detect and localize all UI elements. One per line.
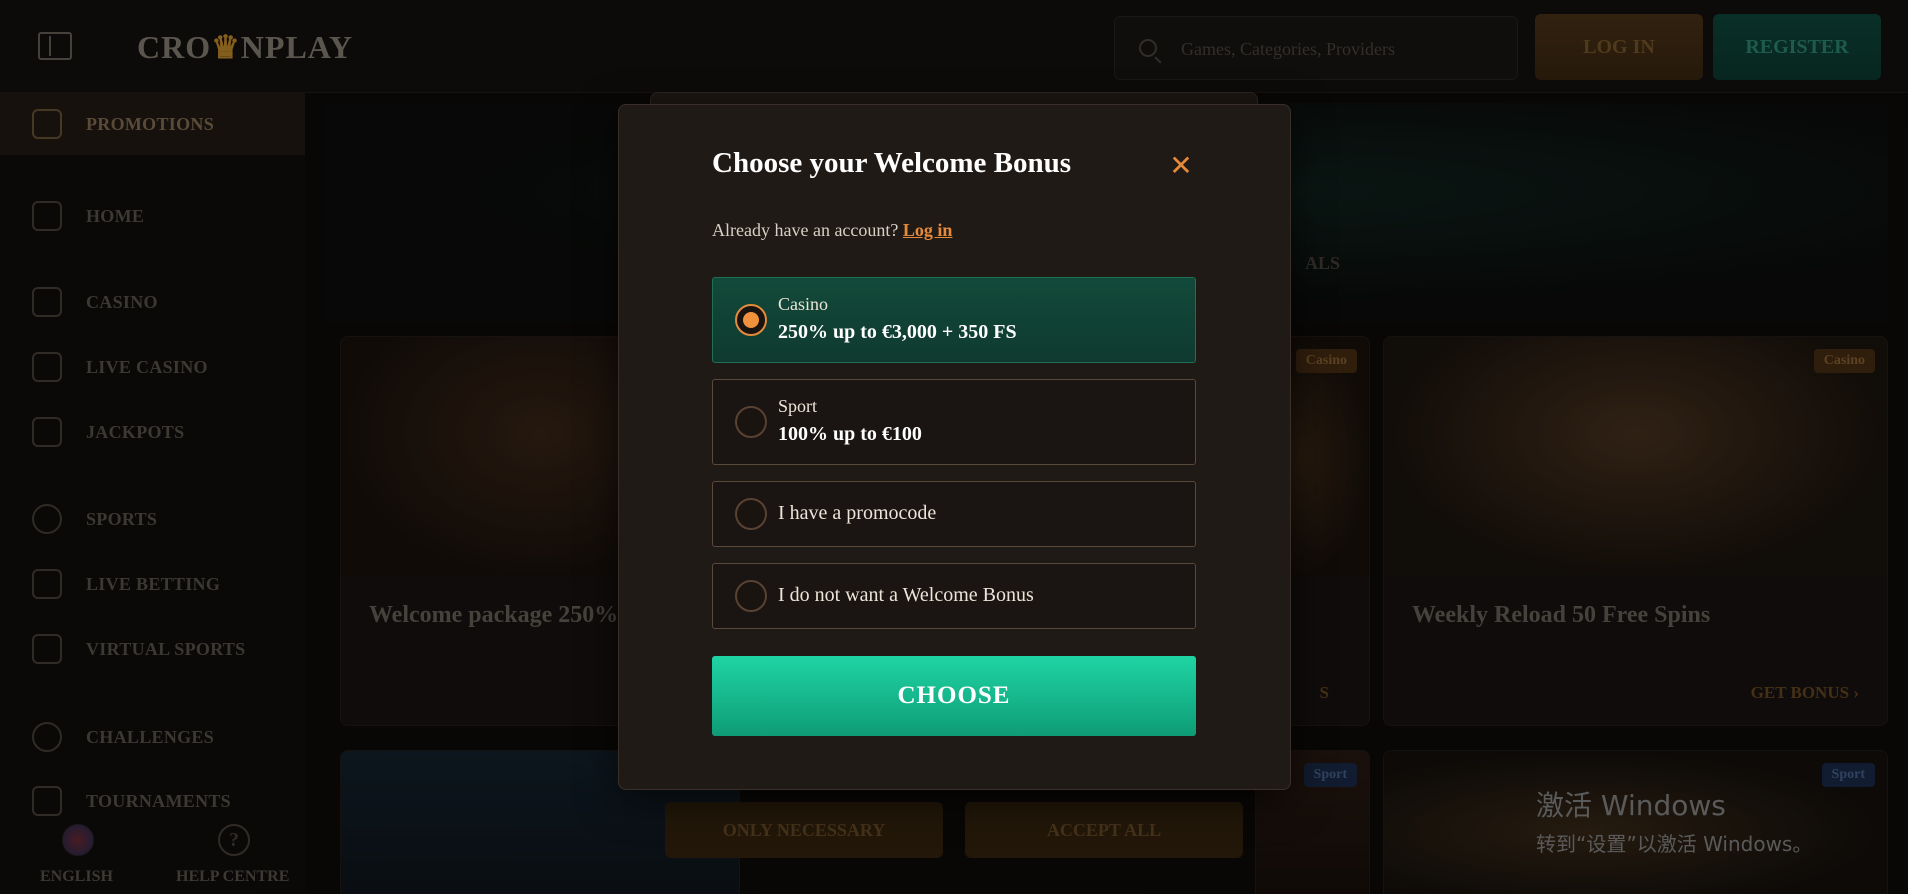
radio-icon[interactable] bbox=[735, 580, 767, 612]
login-link[interactable]: Log in bbox=[903, 220, 953, 240]
app-root: CRO♛NPLAY LOG IN REGISTER PROMOTIONS HOM… bbox=[0, 0, 1908, 894]
bonus-option-offer: 100% up to €100 bbox=[778, 423, 922, 445]
choose-button[interactable]: CHOOSE bbox=[712, 656, 1196, 736]
bonus-option-label: I have a promocode bbox=[778, 502, 937, 524]
welcome-bonus-modal: Choose your Welcome Bonus ✕ Already have… bbox=[618, 104, 1291, 790]
modal-title: Choose your Welcome Bonus bbox=[712, 147, 1072, 179]
bonus-option-none[interactable]: I do not want a Welcome Bonus bbox=[712, 563, 1196, 629]
bonus-option-type: Sport bbox=[778, 396, 818, 416]
radio-selected-icon[interactable] bbox=[735, 304, 767, 336]
close-icon[interactable]: ✕ bbox=[1166, 151, 1196, 181]
account-prompt-text: Already have an account? bbox=[712, 220, 899, 240]
bonus-option-offer: 250% up to €3,000 + 350 FS bbox=[778, 321, 1017, 343]
bonus-option-sport[interactable]: Sport 100% up to €100 bbox=[712, 379, 1196, 465]
bonus-option-label: I do not want a Welcome Bonus bbox=[778, 584, 1034, 606]
bonus-option-casino[interactable]: Casino 250% up to €3,000 + 350 FS bbox=[712, 277, 1196, 363]
radio-icon[interactable] bbox=[735, 406, 767, 438]
bonus-option-promocode[interactable]: I have a promocode bbox=[712, 481, 1196, 547]
bonus-option-type: Casino bbox=[778, 294, 829, 314]
radio-icon[interactable] bbox=[735, 498, 767, 530]
account-prompt: Already have an account? Log in bbox=[712, 220, 952, 241]
